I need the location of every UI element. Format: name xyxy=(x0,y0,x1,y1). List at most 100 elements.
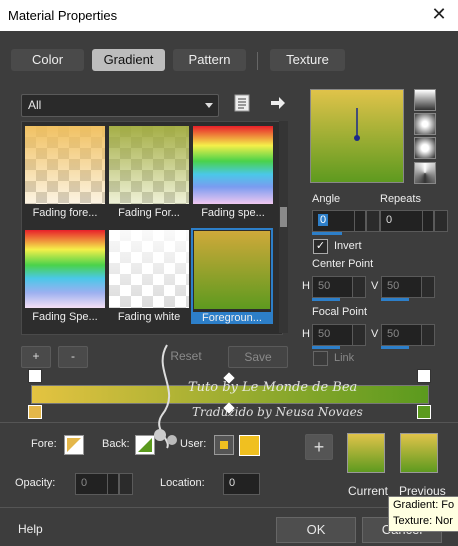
repeats-input[interactable]: 0 xyxy=(380,210,434,232)
gallery-item-label: Fading fore... xyxy=(32,207,98,219)
focal-h-label: H xyxy=(302,328,310,340)
center-v-slider[interactable] xyxy=(381,298,409,301)
add-swatch-button[interactable]: + xyxy=(305,434,333,460)
spinner-arrows[interactable] xyxy=(352,325,365,345)
gradient-swatch xyxy=(194,231,270,309)
gallery-item[interactable]: Fading fore... xyxy=(25,126,105,219)
gradient-swatch xyxy=(25,230,105,308)
opacity-dropdown[interactable] xyxy=(119,473,133,495)
center-v-label: V xyxy=(371,280,379,292)
repeats-dropdown[interactable] xyxy=(434,210,448,232)
spinner-arrows[interactable] xyxy=(421,277,434,297)
focal-point-label: Focal Point xyxy=(312,306,368,318)
sunburst-style-icon[interactable] xyxy=(414,162,436,184)
center-h-slider[interactable] xyxy=(312,298,340,301)
location-label: Location: xyxy=(160,477,205,489)
gallery-item[interactable]: Fading For... xyxy=(109,126,189,219)
location-input[interactable]: 0 xyxy=(223,473,260,495)
fore-color-button[interactable] xyxy=(64,435,84,455)
chevron-down-icon xyxy=(205,103,213,108)
opacity-stop-marker[interactable] xyxy=(28,369,42,383)
focal-v-slider[interactable] xyxy=(381,346,409,349)
gallery-item-selected[interactable]: Foregroun... xyxy=(191,228,273,324)
gradient-swatch xyxy=(25,126,105,204)
user-color-swatch[interactable] xyxy=(239,435,260,456)
gallery-item-label: Foregroun... xyxy=(193,312,271,324)
repeats-value: 0 xyxy=(386,214,393,226)
remove-gradient-button[interactable]: - xyxy=(58,346,88,368)
user-color-button[interactable] xyxy=(214,435,234,455)
gallery-item-label: Fading spe... xyxy=(201,207,265,219)
fore-label: Fore: xyxy=(31,438,57,450)
divider xyxy=(0,422,458,423)
invert-label: Invert xyxy=(334,240,362,252)
angle-value: 0 xyxy=(318,214,329,226)
link-checkbox[interactable] xyxy=(313,351,328,366)
gallery-item[interactable]: Fading Spe... xyxy=(25,230,105,323)
scrollbar-thumb[interactable] xyxy=(280,207,287,227)
gradient-swatch xyxy=(109,230,189,308)
focal-h-slider[interactable] xyxy=(312,346,340,349)
gradient-swatch xyxy=(109,126,189,204)
arrow-right-icon[interactable] xyxy=(270,96,286,110)
tab-separator xyxy=(257,52,258,70)
gradient-preview[interactable] xyxy=(310,89,404,183)
opacity-input[interactable]: 0 xyxy=(75,473,119,495)
current-label: Current xyxy=(348,484,389,498)
spinner-arrows[interactable] xyxy=(421,325,434,345)
watermark-line: Tuto by Le Monde de Bea xyxy=(188,380,358,395)
gallery-item[interactable]: Fading white xyxy=(109,230,189,323)
opacity-label: Opacity: xyxy=(15,477,56,489)
title-bar: Material Properties ✕ xyxy=(0,0,458,32)
focal-v-input[interactable]: 50 xyxy=(381,324,435,346)
tooltip-line: Texture: Nor xyxy=(393,515,453,527)
tab-gradient[interactable]: Gradient xyxy=(92,49,165,71)
file-browser-icon[interactable] xyxy=(234,94,250,112)
focal-h-value: 50 xyxy=(318,328,331,340)
add-gradient-button[interactable]: + xyxy=(21,346,51,368)
rectangular-style-icon[interactable] xyxy=(414,113,436,135)
angle-dropdown[interactable] xyxy=(366,210,380,232)
focal-h-input[interactable]: 50 xyxy=(312,324,366,346)
repeats-label: Repeats xyxy=(380,193,421,205)
center-v-value: 50 xyxy=(387,280,400,292)
angle-slider[interactable] xyxy=(312,232,342,235)
back-label: Back: xyxy=(102,438,130,450)
previous-swatch[interactable] xyxy=(400,433,438,473)
category-value: All xyxy=(28,98,42,112)
spinner-arrows[interactable] xyxy=(354,211,365,231)
location-value: 0 xyxy=(229,477,236,489)
spinner-arrows[interactable] xyxy=(107,474,118,494)
color-stop-marker[interactable] xyxy=(417,405,431,419)
gallery-item[interactable]: Fading spe... xyxy=(193,126,273,219)
tooltip: Gradient: Fo Texture: Nor xyxy=(388,496,458,532)
gallery-scrollbar[interactable] xyxy=(279,121,288,333)
close-icon[interactable]: ✕ xyxy=(428,3,450,25)
radial-style-icon[interactable] xyxy=(414,137,436,159)
watermark-line: Traduzido by Neusa Novaes xyxy=(192,405,363,419)
tab-pattern[interactable]: Pattern xyxy=(173,49,246,71)
center-v-input[interactable]: 50 xyxy=(381,276,435,298)
spinner-arrows[interactable] xyxy=(352,277,365,297)
center-h-input[interactable]: 50 xyxy=(312,276,366,298)
tooltip-line: Gradient: Fo xyxy=(393,499,455,511)
opacity-stop-marker[interactable] xyxy=(417,369,431,383)
help-link[interactable]: Help xyxy=(18,522,43,536)
gradient-direction-handle[interactable] xyxy=(311,90,403,182)
ok-button[interactable]: OK xyxy=(276,517,356,543)
save-button[interactable]: Save xyxy=(228,346,288,368)
current-swatch[interactable] xyxy=(347,433,385,473)
center-h-label: H xyxy=(302,280,310,292)
invert-checkbox[interactable]: ✓ xyxy=(313,239,328,254)
category-dropdown[interactable]: All xyxy=(21,94,219,117)
spinner-arrows[interactable] xyxy=(422,211,433,231)
angle-label: Angle xyxy=(312,193,341,205)
tab-color[interactable]: Color xyxy=(11,49,84,71)
focal-v-label: V xyxy=(371,328,379,340)
center-point-label: Center Point xyxy=(312,258,374,270)
angle-input[interactable]: 0 xyxy=(312,210,366,232)
tab-texture[interactable]: Texture xyxy=(270,49,345,71)
linear-style-icon[interactable] xyxy=(414,89,436,111)
focal-v-value: 50 xyxy=(387,328,400,340)
color-stop-marker[interactable] xyxy=(28,405,42,419)
